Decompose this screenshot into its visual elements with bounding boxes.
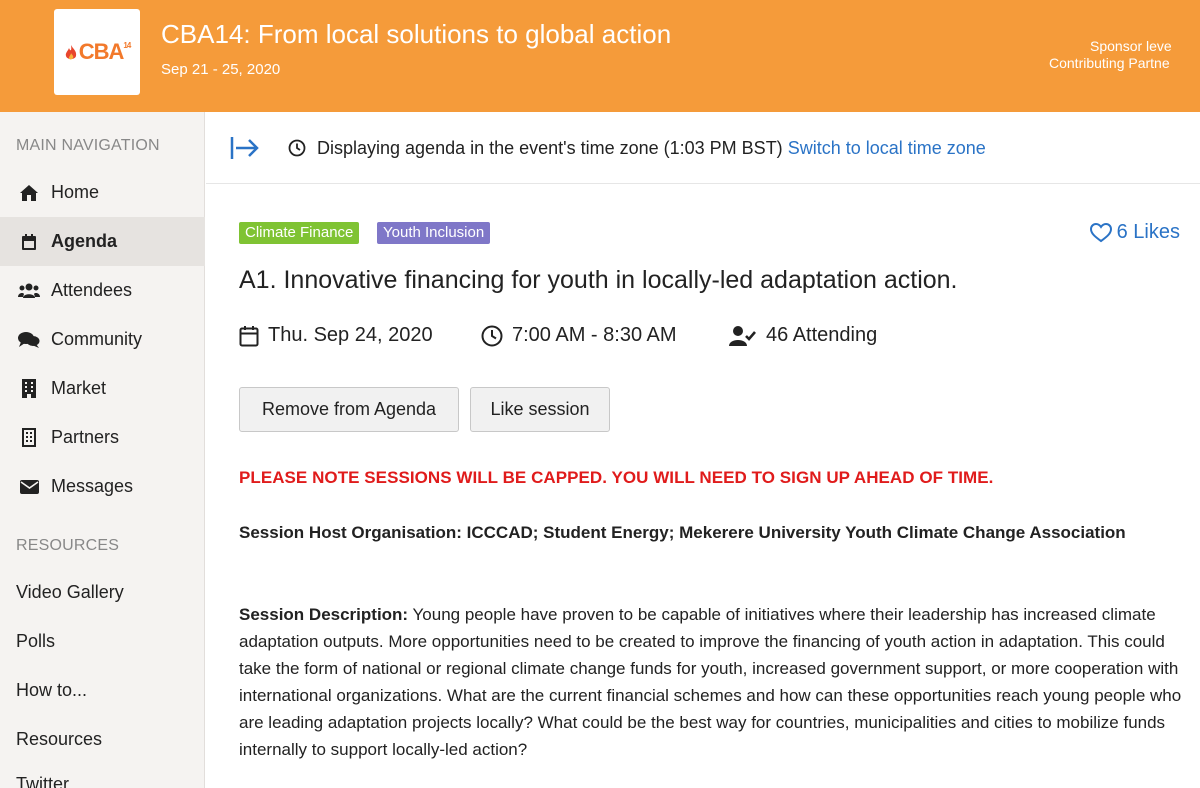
calendar-icon <box>18 232 40 252</box>
sidebar-item-partners[interactable]: Partners <box>0 413 205 462</box>
sidebar-item-resources[interactable]: Resources <box>0 715 205 764</box>
sidebar-item-label: Polls <box>16 631 56 651</box>
likes-button[interactable]: 6 Likes <box>1089 221 1180 244</box>
timezone-bar: Displaying agenda in the event's time zo… <box>206 112 1200 184</box>
user-check-icon <box>729 325 756 346</box>
users-icon <box>18 281 40 301</box>
sidebar-item-video-gallery[interactable]: Video Gallery <box>0 568 205 617</box>
timezone-notice: Displaying agenda in the event's time zo… <box>317 138 986 159</box>
sidebar-item-agenda[interactable]: Agenda <box>0 217 205 266</box>
switch-timezone-link[interactable]: Switch to local time zone <box>788 138 986 158</box>
session-date: Thu. Sep 24, 2020 <box>239 324 433 347</box>
sidebar-item-market[interactable]: Market <box>0 364 205 413</box>
resources-heading: RESOURCES <box>16 537 120 554</box>
contributing-partner-label: Contributing Partne <box>1049 55 1170 71</box>
event-logo[interactable]: CBA14 <box>54 9 140 95</box>
capacity-notice: PLEASE NOTE SESSIONS WILL BE CAPPED. YOU… <box>239 468 994 487</box>
sidebar-item-label: Resources <box>16 729 103 749</box>
likes-count: 6 Likes <box>1116 221 1180 243</box>
clock-icon <box>481 325 503 346</box>
envelope-icon <box>18 477 40 497</box>
sidebar-item-home[interactable]: Home <box>0 168 205 217</box>
sidebar-item-label: How to... <box>16 680 88 700</box>
session-host: Session Host Organisation: ICCCAD; Stude… <box>239 523 1126 542</box>
description-text: Young people have proven to be capable o… <box>239 605 1182 759</box>
sidebar-item-how-to[interactable]: How to... <box>0 666 205 715</box>
sidebar-item-label: Home <box>51 182 100 202</box>
logo-text: CBA <box>78 39 125 64</box>
building-outline-icon <box>18 428 40 448</box>
sidebar-item-label: Messages <box>51 476 134 496</box>
sidebar-item-label: Market <box>51 378 107 398</box>
sidebar-item-polls[interactable]: Polls <box>0 617 205 666</box>
remove-from-agenda-button[interactable]: Remove from Agenda <box>239 387 459 432</box>
tag-climate-finance[interactable]: Climate Finance <box>239 222 360 244</box>
session-date-text: Thu. Sep 24, 2020 <box>268 324 433 346</box>
like-session-button[interactable]: Like session <box>470 387 610 432</box>
tag-youth-inclusion[interactable]: Youth Inclusion <box>377 222 491 244</box>
timezone-text: Displaying agenda in the event's time zo… <box>317 138 783 158</box>
building-icon <box>18 379 40 399</box>
session-title: A1. Innovative financing for youth in lo… <box>239 266 958 294</box>
comments-icon <box>18 330 40 350</box>
calendar-outline-icon <box>239 325 259 346</box>
sponsor-level-label: Sponsor leve <box>1090 38 1172 54</box>
sidebar-item-label: Community <box>51 329 143 349</box>
sidebar-item-label: Agenda <box>51 231 118 251</box>
event-title: CBA14: From local solutions to global ac… <box>161 19 672 49</box>
session-attending: 46 Attending <box>729 324 877 347</box>
sidebar-item-twitter[interactable]: Twitter <box>0 774 205 788</box>
sidebar-item-label: Video Gallery <box>16 582 124 602</box>
sidebar-item-label: Partners <box>51 427 120 447</box>
sidebar-item-label: Attendees <box>51 280 133 300</box>
clock-icon <box>288 139 306 157</box>
description-label: Session Description: <box>239 605 409 624</box>
sidebar: MAIN NAVIGATION Home Agenda Attendees Co… <box>0 112 205 788</box>
sidebar-item-community[interactable]: Community <box>0 315 205 364</box>
heart-icon <box>1089 222 1112 242</box>
sponsor-info: Sponsor leve Contributing Partne <box>1040 38 1200 74</box>
sidebar-item-label: Twitter <box>16 774 70 788</box>
expand-sidebar-icon[interactable] <box>230 136 260 160</box>
attending-count: 46 Attending <box>766 324 878 346</box>
sidebar-item-messages[interactable]: Messages <box>0 462 205 511</box>
home-icon <box>18 183 40 203</box>
session-time: 7:00 AM - 8:30 AM <box>481 324 677 347</box>
event-dates: Sep 21 - 25, 2020 <box>161 61 281 78</box>
sidebar-item-attendees[interactable]: Attendees <box>0 266 205 315</box>
session-description: Session Description: Young people have p… <box>239 601 1184 788</box>
logo-superscript: 14 <box>123 41 131 50</box>
flame-icon <box>65 45 76 60</box>
main-navigation-heading: MAIN NAVIGATION <box>16 137 160 154</box>
session-time-text: 7:00 AM - 8:30 AM <box>512 324 677 346</box>
event-header: CBA14 CBA14: From local solutions to glo… <box>0 0 1200 112</box>
